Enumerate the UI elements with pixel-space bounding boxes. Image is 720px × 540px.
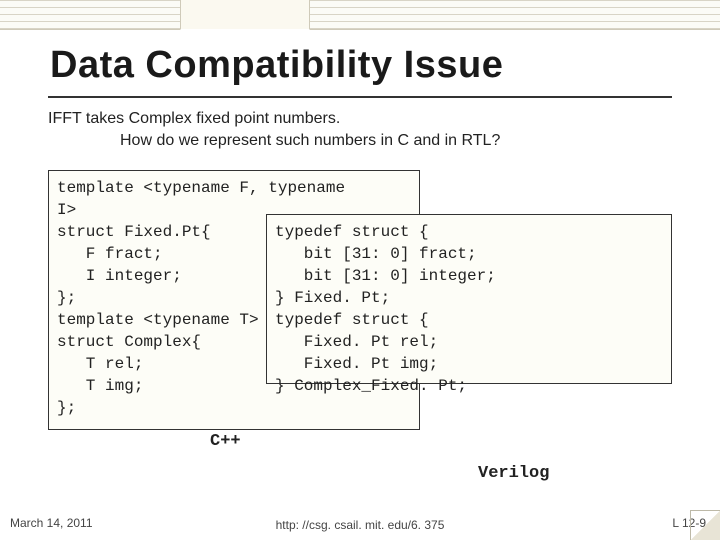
code-verilog: typedef struct { bit [31: 0] fract; bit … [275,223,496,395]
top-ruled-bar [0,0,720,30]
label-verilog: Verilog [478,464,549,483]
title-underline [48,96,672,98]
footer-date: March 14, 2011 [10,516,93,530]
subtitle-line1: IFFT takes Complex fixed point numbers. [48,110,340,127]
subtitle-block: IFFT takes Complex fixed point numbers. … [48,108,688,152]
page-title: Data Compatibility Issue [50,44,503,87]
tab-stub [180,0,310,30]
subtitle-line2: How do we represent such numbers in C an… [48,130,688,152]
footer-url: http: //csg. csail. mit. edu/6. 375 [276,518,445,532]
label-cpp: C++ [210,432,241,451]
page-curl-icon [690,510,720,540]
code-verilog-box: typedef struct { bit [31: 0] fract; bit … [266,214,672,384]
